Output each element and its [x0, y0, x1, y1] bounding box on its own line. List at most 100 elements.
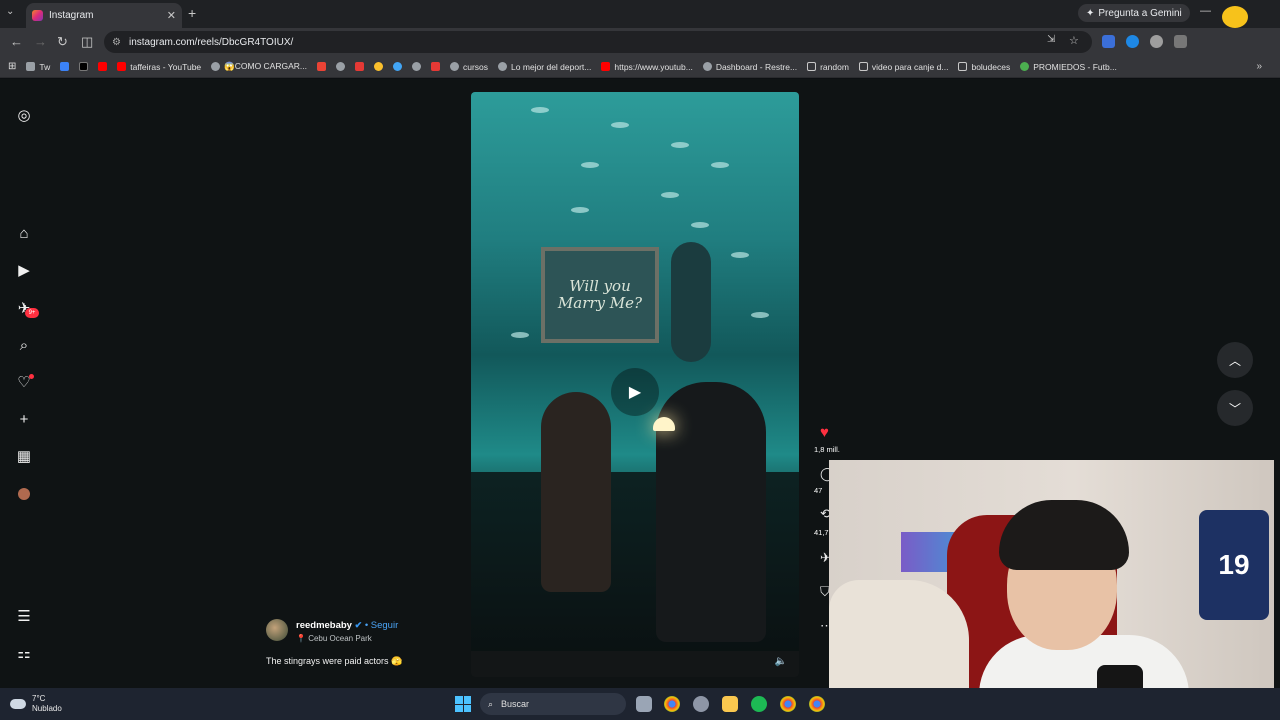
bookmark-folder[interactable]: boludeces [958, 62, 1010, 72]
more-bookmarks-icon[interactable]: » [1256, 61, 1262, 72]
file-explorer-icon[interactable] [722, 696, 738, 712]
previous-reel-button[interactable]: ︿ [1217, 342, 1253, 378]
webcam-overlay: 19 [829, 460, 1274, 715]
create-icon[interactable]: + [14, 409, 34, 429]
more-apps-icon[interactable]: ⚏ [14, 643, 34, 663]
fish-shape [731, 252, 749, 258]
chrome-icon[interactable] [780, 696, 796, 712]
chrome-icon[interactable] [664, 696, 680, 712]
site-info-icon[interactable]: ⚙ [112, 37, 121, 48]
bookmark-item[interactable]: Tw [26, 62, 50, 72]
home-icon[interactable]: ⌂ [14, 223, 34, 243]
task-view-icon[interactable] [636, 696, 652, 712]
bookmark-star-icon[interactable]: ☆ [1069, 34, 1079, 47]
reels-icon[interactable]: ▶ [14, 260, 34, 280]
bookmark-item[interactable] [355, 62, 364, 71]
instagram-favicon-icon [32, 10, 43, 21]
close-tab-icon[interactable]: ✕ [167, 9, 176, 22]
cloud-icon [10, 699, 26, 709]
bookmark-item[interactable]: taffeiras - YouTube [117, 62, 201, 72]
insights-icon[interactable]: ▦ [14, 446, 34, 466]
apps-grid-icon[interactable]: ⊞ [8, 61, 16, 72]
side-panel-icon[interactable]: ◫ [81, 34, 93, 50]
instagram-logo-icon[interactable]: ◎ [14, 105, 34, 125]
folder-icon [958, 62, 968, 71]
bookmark-item[interactable] [431, 62, 440, 71]
bookmark-item[interactable] [336, 62, 345, 71]
bookmark-item[interactable]: Dashboard - Restre... [702, 62, 797, 72]
fish-shape [531, 107, 549, 113]
globe-icon [498, 62, 508, 71]
extension-shazam-icon[interactable] [1126, 35, 1139, 48]
bookmark-item[interactable] [98, 62, 108, 71]
search-icon[interactable]: ⌕ [14, 335, 34, 355]
gemini-button[interactable]: ✦ Pregunta a Gemini [1078, 4, 1190, 22]
bookmark-item[interactable] [393, 62, 402, 71]
next-reel-button[interactable]: ﹀ [1217, 390, 1253, 426]
play-button[interactable]: ▶ [611, 368, 659, 416]
play-icon: ▶ [628, 384, 642, 401]
bookmark-item[interactable] [374, 62, 383, 71]
bookmark-favicon-icon [60, 62, 70, 71]
location-pin-icon: 📍 [296, 634, 306, 643]
app-icon[interactable] [693, 696, 709, 712]
globe-icon [702, 62, 712, 71]
reload-icon[interactable]: ↻ [57, 34, 68, 50]
globe-icon [211, 62, 221, 71]
follow-button[interactable]: Seguir [371, 620, 398, 631]
back-icon[interactable]: ← [10, 34, 23, 49]
extension-translate-icon[interactable] [1102, 35, 1115, 48]
url-text[interactable]: instagram.com/reels/DbcGR4TOIUX/ [129, 37, 293, 48]
search-label: Buscar [501, 699, 530, 709]
tiktok-icon [79, 62, 89, 71]
wall-jersey: 19 [1199, 510, 1269, 620]
comment-count: 47 [814, 486, 823, 495]
reel-controls-bar [471, 651, 799, 677]
bookmark-item[interactable]: PROMIEDOS - Futb... [1020, 62, 1117, 72]
repost-count: 41,7 [814, 528, 829, 537]
weather-widget[interactable]: 7°C Nublado [10, 694, 62, 714]
install-app-icon[interactable]: ⇲ [1047, 34, 1055, 45]
taskbar-search[interactable]: ⌕ Buscar [480, 693, 626, 715]
like-count: 1,8 mill. [814, 445, 840, 454]
location-label[interactable]: Cebu Ocean Park [308, 634, 372, 643]
new-tab-icon[interactable]: + [188, 5, 196, 21]
bookmark-item[interactable]: 😱COMO CARGAR... [211, 61, 307, 72]
reel-video[interactable]: Will you Marry Me? ▶ 🔈 [471, 92, 799, 677]
author-username[interactable]: reedmebaby [296, 620, 352, 631]
follow-separator: • [364, 620, 369, 631]
verified-badge-icon: ✔ [354, 620, 363, 630]
forward-icon[interactable]: → [34, 34, 47, 49]
location-line: 📍 Cebu Ocean Park [296, 634, 372, 643]
globe-icon [450, 62, 459, 71]
tab-search-icon[interactable]: ⌄ [6, 6, 14, 17]
author-avatar[interactable] [266, 619, 288, 641]
volume-icon[interactable]: 🔈 [775, 656, 787, 667]
like-heart-icon[interactable]: ♥ [820, 424, 829, 441]
spotify-icon[interactable] [751, 696, 767, 712]
minimize-icon[interactable]: — [1200, 5, 1211, 17]
bookmark-item[interactable] [412, 62, 421, 71]
extensions-puzzle-icon[interactable] [1174, 35, 1187, 48]
fish-shape [611, 122, 629, 128]
start-button[interactable] [455, 696, 471, 712]
chrome-icon[interactable] [809, 696, 825, 712]
bookmark-favicon-icon [431, 62, 440, 71]
profile-avatar[interactable] [14, 484, 34, 504]
tab-instagram[interactable]: Instagram ✕ [26, 3, 182, 28]
bookmark-item[interactable]: Lo mejor del deport... [498, 62, 591, 72]
bookmark-folder[interactable]: video para canje d... [858, 62, 948, 72]
marry-me-sign: Will you Marry Me? [541, 247, 659, 343]
bookmarks-bar: ⊞ Tw taffeiras - YouTube 😱COMO CARGAR...… [0, 56, 1280, 78]
bookmark-item[interactable] [79, 62, 89, 71]
bookmark-item[interactable] [60, 62, 70, 71]
bookmark-folder[interactable]: random [807, 62, 849, 72]
bookmark-item[interactable]: https://www.youtub... [601, 62, 693, 72]
globe-icon [336, 62, 345, 71]
address-bar[interactable]: ⚙ instagram.com/reels/DbcGR4TOIUX/ [104, 31, 1092, 53]
extension-globe-icon[interactable] [1150, 35, 1163, 48]
menu-icon[interactable]: ☰ [14, 606, 34, 626]
bookmark-item[interactable]: cursos [450, 62, 488, 72]
diver-silhouette [671, 242, 711, 362]
bookmark-item[interactable] [317, 62, 326, 71]
